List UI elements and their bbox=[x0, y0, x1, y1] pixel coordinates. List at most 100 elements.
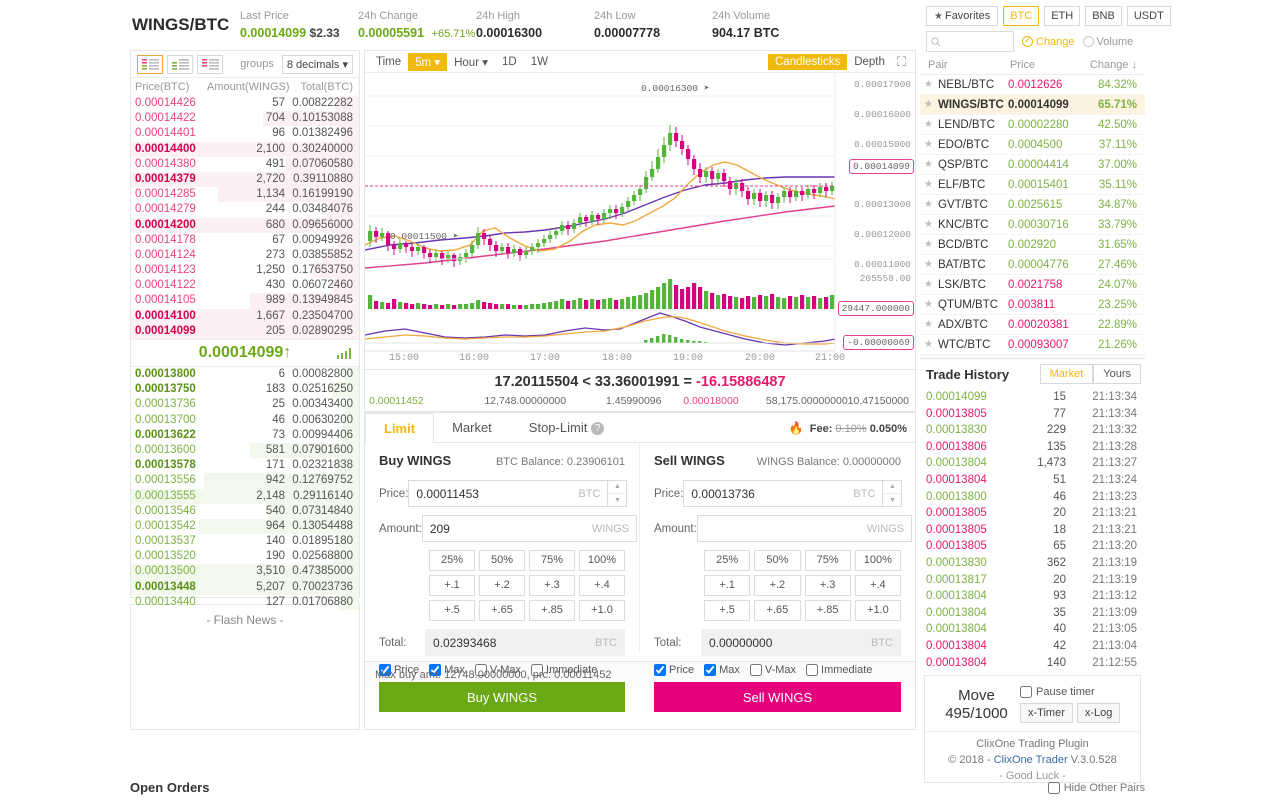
order-book-row[interactable]: 0.00014105 989 0.13949845 bbox=[131, 293, 359, 309]
x-timer-button[interactable]: x-Timer bbox=[1020, 703, 1073, 724]
favorite-star-icon[interactable]: ★ bbox=[924, 259, 938, 270]
history-tab-yours[interactable]: Yours bbox=[1093, 364, 1141, 384]
stepper-down-icon[interactable]: ▼ bbox=[608, 494, 626, 507]
buy-submit-button[interactable]: Buy WINGS bbox=[379, 682, 625, 712]
pair-list-item[interactable]: ★ KNC/BTC 0.00030716 33.79% bbox=[920, 215, 1145, 235]
pair-list-item[interactable]: ★ WTC/BTC 0.00093007 21.26% bbox=[920, 335, 1145, 355]
sell-pct-25[interactable]: 25% bbox=[704, 550, 751, 571]
pair-list-item[interactable]: ★ GVT/BTC 0.0025615 34.87% bbox=[920, 195, 1145, 215]
buy-pct-75[interactable]: 75% bbox=[529, 550, 575, 571]
stepper-up-icon[interactable]: ▲ bbox=[883, 480, 902, 494]
hide-other-pairs-checkbox[interactable] bbox=[1047, 781, 1060, 794]
buy-inc-5[interactable]: +.5 bbox=[429, 600, 475, 621]
sell-inc-1[interactable]: +.1 bbox=[704, 575, 751, 596]
history-tab-market[interactable]: Market bbox=[1039, 364, 1094, 384]
order-book-row[interactable]: 0.00013542 964 0.13054488 bbox=[131, 518, 359, 535]
favorite-star-icon[interactable]: ★ bbox=[924, 79, 938, 90]
sell-inc-3[interactable]: +.3 bbox=[804, 575, 851, 596]
chart-canvas[interactable]: 0.00017000 0.00016000 0.00015000 0.00013… bbox=[365, 73, 915, 369]
order-book-row[interactable]: 0.00013537 140 0.01895180 bbox=[131, 534, 359, 550]
order-book-row[interactable]: 0.00014099 205 0.02890295 bbox=[131, 323, 359, 339]
interval-hour-button[interactable]: Hour ▾ bbox=[447, 53, 495, 71]
view-asks-icon[interactable] bbox=[197, 54, 223, 74]
pair-list-item[interactable]: ★ LEND/BTC 0.00002280 42.50% bbox=[920, 115, 1145, 135]
decimals-select[interactable]: 8 decimals ▾ bbox=[281, 54, 353, 74]
sell-inc-10[interactable]: +1.0 bbox=[854, 600, 901, 621]
order-book-row[interactable]: 0.00013520 190 0.02568800 bbox=[131, 549, 359, 565]
order-book-row[interactable]: 0.00014380 491 0.07060580 bbox=[131, 156, 359, 172]
favorite-star-icon[interactable]: ★ bbox=[924, 199, 938, 210]
order-book-row[interactable]: 0.00013555 2,148 0.29116140 bbox=[131, 488, 359, 504]
sell-check-vmax[interactable]: V-Max bbox=[749, 664, 796, 676]
pair-list-item[interactable]: ★ QTUM/BTC 0.003811 23.25% bbox=[920, 295, 1145, 315]
pair-list-item[interactable]: ★ QSP/BTC 0.00004414 37.00% bbox=[920, 155, 1145, 175]
sell-immediate-checkbox[interactable] bbox=[806, 664, 819, 676]
favorites-button[interactable]: ★ Favorites bbox=[926, 6, 999, 26]
sell-price-input-wrap[interactable]: BTC ▲ ▼ bbox=[683, 480, 903, 507]
sort-volume-radio[interactable]: Volume bbox=[1082, 36, 1133, 48]
stepper-down-icon[interactable]: ▼ bbox=[883, 494, 901, 507]
column-change[interactable]: Change ↓ bbox=[1078, 59, 1137, 71]
search-box[interactable] bbox=[926, 31, 1014, 52]
sell-inc-2[interactable]: +.2 bbox=[754, 575, 801, 596]
favorite-star-icon[interactable]: ★ bbox=[924, 299, 938, 310]
sell-inc-85[interactable]: +.85 bbox=[804, 600, 851, 621]
sell-amount-input-wrap[interactable]: WINGS bbox=[696, 515, 913, 542]
order-book-row[interactable]: 0.00013556 942 0.12769752 bbox=[131, 473, 359, 489]
sell-check-max[interactable]: Max bbox=[704, 664, 740, 676]
order-book-row[interactable]: 0.00013546 540 0.07314840 bbox=[131, 503, 359, 519]
favorite-star-icon[interactable]: ★ bbox=[924, 159, 938, 170]
buy-inc-1[interactable]: +.1 bbox=[429, 575, 475, 596]
order-book-row[interactable]: 0.00014100 1,667 0.23504700 bbox=[131, 308, 359, 324]
tab-limit[interactable]: Limit bbox=[365, 412, 435, 444]
order-book-row[interactable]: 0.00014124 273 0.03855852 bbox=[131, 247, 359, 264]
order-book-row[interactable]: 0.00014401 96 0.01382496 bbox=[131, 126, 359, 142]
order-book-row[interactable]: 0.00014379 2,720 0.39110880 bbox=[131, 171, 359, 188]
order-book-row[interactable]: 0.00013500 3,510 0.47385000 bbox=[131, 564, 359, 580]
sell-check-immediate[interactable]: Immediate bbox=[806, 664, 872, 676]
buy-inc-85[interactable]: +.85 bbox=[529, 600, 575, 621]
buy-price-input[interactable] bbox=[409, 486, 579, 501]
sell-max-checkbox[interactable] bbox=[704, 664, 717, 676]
view-both-icon[interactable] bbox=[137, 54, 163, 74]
buy-pct-50[interactable]: 50% bbox=[479, 550, 525, 571]
market-tab-eth[interactable]: ETH bbox=[1044, 6, 1081, 26]
depth-chart-icon[interactable] bbox=[336, 347, 351, 359]
market-tab-usdt[interactable]: USDT bbox=[1126, 6, 1171, 26]
help-icon[interactable]: ? bbox=[591, 422, 605, 436]
pause-timer-option[interactable]: Pause timer bbox=[1020, 686, 1132, 699]
tab-stop-limit[interactable]: Stop-Limit? bbox=[511, 413, 624, 442]
sell-pct-50[interactable]: 50% bbox=[754, 550, 801, 571]
sell-vmax-checkbox[interactable] bbox=[749, 664, 762, 676]
sell-price-stepper[interactable]: ▲ ▼ bbox=[882, 480, 902, 507]
fullscreen-icon[interactable]: ⛶ bbox=[892, 54, 911, 70]
pair-list-item[interactable]: ★ BAT/BTC 0.00004776 27.46% bbox=[920, 255, 1145, 275]
sell-amount-input[interactable] bbox=[697, 521, 867, 536]
order-book-row[interactable]: 0.00013736 25 0.00343400 bbox=[131, 397, 359, 413]
buy-inc-3[interactable]: +.3 bbox=[529, 575, 575, 596]
pair-list-item[interactable]: ★ ELF/BTC 0.00015401 35.11% bbox=[920, 175, 1145, 195]
order-book-row[interactable]: 0.00013800 6 0.00082800 bbox=[131, 367, 359, 383]
hide-other-pairs-option[interactable]: Hide Other Pairs bbox=[1047, 781, 1145, 794]
interval-1w-button[interactable]: 1W bbox=[524, 54, 555, 70]
sell-inc-4[interactable]: +.4 bbox=[854, 575, 901, 596]
favorite-star-icon[interactable]: ★ bbox=[924, 339, 938, 350]
pair-list-item[interactable]: ★ LSK/BTC 0.0021758 24.07% bbox=[920, 275, 1145, 295]
buy-amount-input[interactable] bbox=[422, 521, 592, 536]
sell-submit-button[interactable]: Sell WINGS bbox=[654, 682, 901, 712]
order-book-row[interactable]: 0.00013700 46 0.00630200 bbox=[131, 412, 359, 428]
sell-price-input[interactable] bbox=[684, 486, 854, 501]
sell-inc-5[interactable]: +.5 bbox=[704, 600, 751, 621]
order-book-row[interactable]: 0.00014285 1,134 0.16199190 bbox=[131, 187, 359, 203]
favorite-star-icon[interactable]: ★ bbox=[924, 219, 938, 230]
order-book-row[interactable]: 0.00014123 1,250 0.17653750 bbox=[131, 263, 359, 279]
sell-check-price[interactable]: Price bbox=[654, 664, 694, 676]
pair-list-item[interactable]: ★ BCD/BTC 0.002920 31.65% bbox=[920, 235, 1145, 255]
pair-list-item[interactable]: ★ NEBL/BTC 0.0012626 84.32% bbox=[920, 75, 1145, 95]
sell-inc-65[interactable]: +.65 bbox=[754, 600, 801, 621]
order-book-row[interactable]: 0.00014426 57 0.00822282 bbox=[131, 96, 359, 112]
order-book-row[interactable]: 0.00014422 704 0.10153088 bbox=[131, 111, 359, 127]
pair-list-item[interactable]: ★ EDO/BTC 0.0004500 37.11% bbox=[920, 135, 1145, 155]
sell-price-checkbox[interactable] bbox=[654, 664, 666, 676]
favorite-star-icon[interactable]: ★ bbox=[924, 99, 938, 110]
